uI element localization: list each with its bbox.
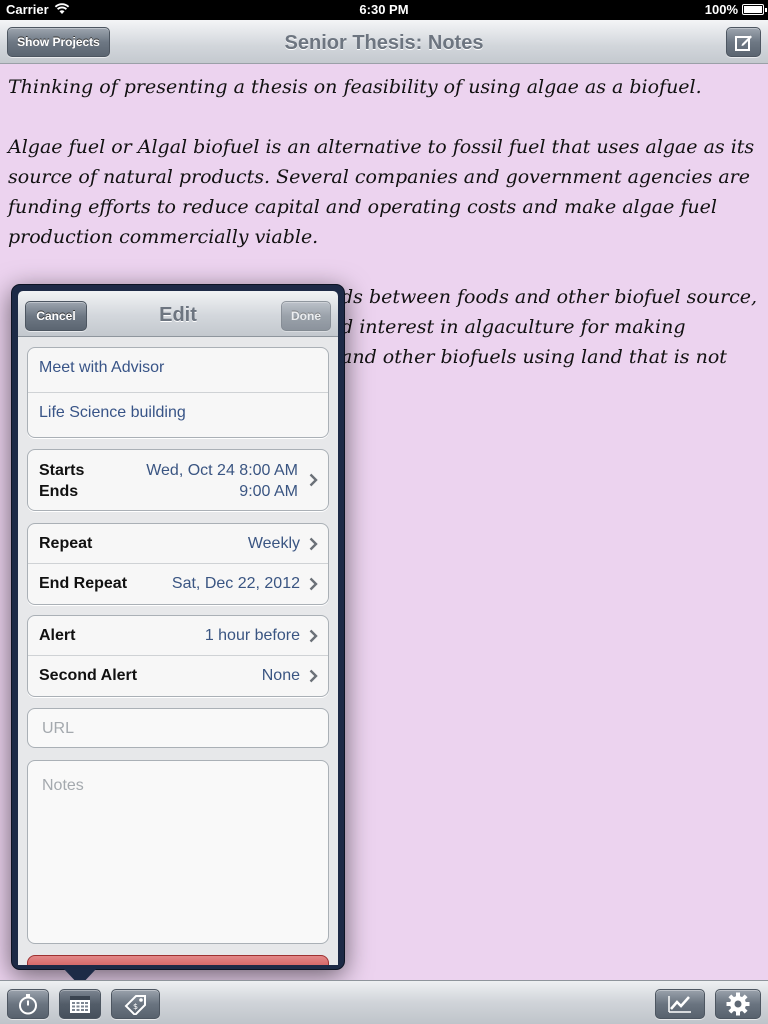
alert-value: 1 hour before	[204, 627, 300, 644]
note-line: and other biofuels using land that is no…	[341, 346, 727, 368]
location-field[interactable]: Life Science building	[28, 393, 328, 437]
repeat-label: Repeat	[39, 535, 93, 552]
end-repeat-value: Sat, Dec 22, 2012	[171, 575, 300, 592]
ends-value: 9:00 AM	[239, 483, 298, 500]
note-line: d interest in algaculture for making	[341, 316, 686, 338]
compose-button[interactable]	[726, 27, 761, 57]
location-value: Life Science building	[39, 404, 186, 421]
title-location-group: Meet with Advisor Life Science building	[27, 347, 329, 438]
gear-icon	[726, 992, 750, 1016]
chevron-right-icon	[309, 473, 318, 487]
alert-group: Alert 1 hour before Second Alert None	[27, 615, 329, 697]
event-title-value: Meet with Advisor	[39, 359, 165, 376]
end-repeat-row[interactable]: End Repeat Sat, Dec 22, 2012	[28, 564, 328, 604]
event-title-field[interactable]: Meet with Advisor	[28, 348, 328, 393]
date-time-group: Starts Ends Wed, Oct 24 8:00 AM 9:00 AM	[27, 449, 329, 511]
timer-button[interactable]	[7, 989, 49, 1019]
second-alert-label: Second Alert	[39, 667, 138, 684]
repeat-group: Repeat Weekly End Repeat Sat, Dec 22, 20…	[27, 523, 329, 605]
clock: 6:30 PM	[359, 2, 409, 17]
price-tag-button[interactable]: $	[111, 989, 160, 1019]
second-alert-value: None	[261, 667, 300, 684]
svg-text:$: $	[133, 1002, 138, 1011]
settings-button[interactable]	[715, 989, 761, 1019]
note-paragraph: Algae fuel or Algal biofuel is an altern…	[8, 136, 755, 248]
bottom-toolbar: $	[0, 980, 768, 1024]
note-paragraph: Thinking of presenting a thesis on feasi…	[8, 76, 702, 98]
chevron-right-icon	[309, 577, 318, 591]
notes-field[interactable]: Notes	[27, 760, 329, 944]
page-title: Senior Thesis: Notes	[284, 32, 484, 54]
chevron-right-icon	[309, 669, 318, 683]
calendar-icon	[70, 996, 90, 1013]
chart-button[interactable]	[655, 989, 705, 1019]
status-bar: Carrier 6:30 PM 100%	[0, 0, 768, 20]
popover-body: Meet with Advisor Life Science building …	[18, 337, 338, 965]
navigation-bar: Show Projects Senior Thesis: Notes	[0, 20, 768, 64]
edit-event-popover: Cancel Edit Done Meet with Advisor Life …	[11, 284, 345, 970]
starts-label: Starts	[39, 462, 85, 479]
chart-icon	[668, 996, 691, 1013]
price-tag-icon: $	[124, 995, 146, 1015]
chevron-right-icon	[309, 629, 318, 643]
compose-icon	[735, 35, 752, 51]
end-repeat-label: End Repeat	[39, 575, 128, 592]
done-button[interactable]: Done	[281, 301, 331, 331]
repeat-value: Weekly	[247, 535, 300, 552]
ends-label: Ends	[39, 483, 79, 500]
starts-value: Wed, Oct 24 8:00 AM	[146, 462, 298, 479]
starts-ends-row[interactable]: Starts Ends Wed, Oct 24 8:00 AM 9:00 AM	[28, 450, 328, 510]
battery-percentage: 100%	[704, 2, 738, 17]
url-field[interactable]: URL	[27, 708, 329, 748]
note-line: ds between foods and other biofuel sourc…	[341, 286, 758, 308]
popover-nav-bar: Cancel Edit Done	[18, 291, 338, 337]
alert-row[interactable]: Alert 1 hour before	[28, 616, 328, 656]
repeat-row[interactable]: Repeat Weekly	[28, 524, 328, 564]
second-alert-row[interactable]: Second Alert None	[28, 656, 328, 696]
delete-event-button[interactable]	[27, 955, 329, 965]
chevron-right-icon	[309, 537, 318, 551]
alert-label: Alert	[39, 627, 76, 644]
battery-icon	[742, 4, 767, 15]
stopwatch-icon	[19, 994, 37, 1015]
calendar-button[interactable]	[59, 989, 101, 1019]
